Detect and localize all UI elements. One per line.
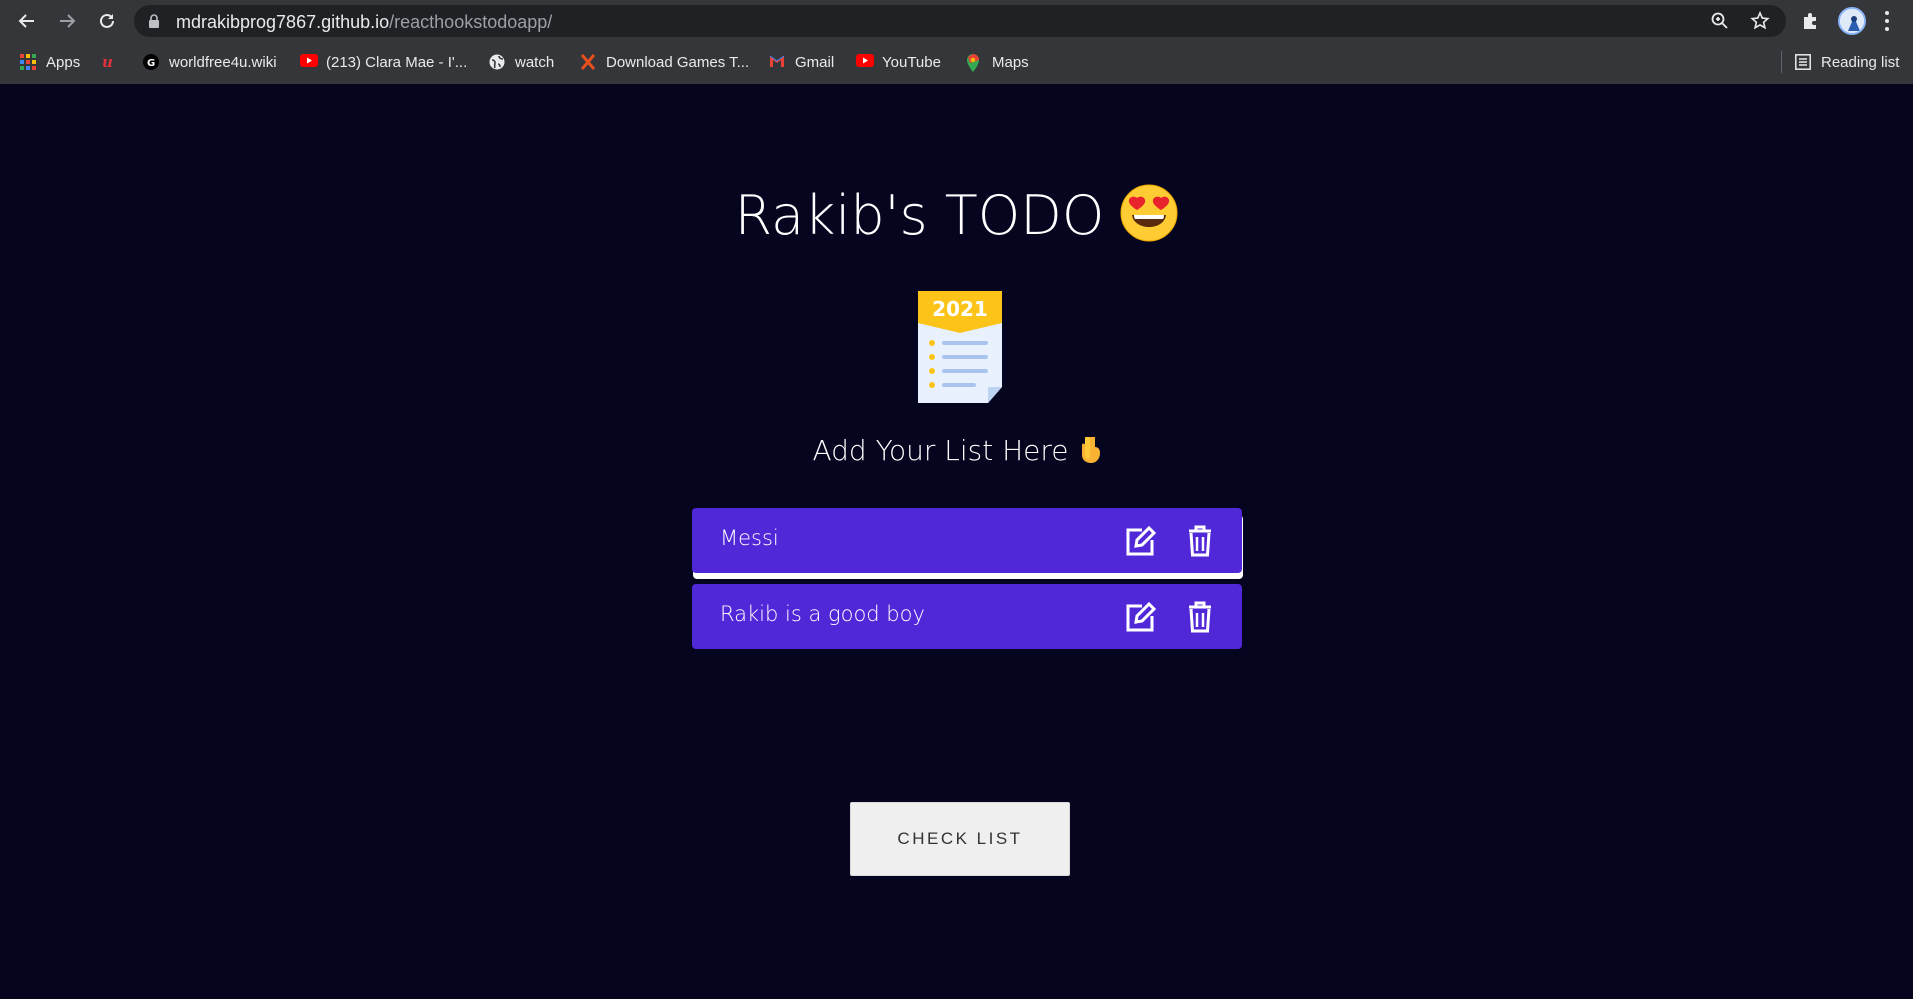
address-bar[interactable]: mdrakibprog7867.github.io/reacthookstodo… (134, 5, 1786, 37)
bookmark-apps[interactable]: Apps (20, 50, 80, 74)
reading-list-button[interactable]: Reading list (1795, 50, 1899, 74)
forward-button[interactable] (54, 8, 80, 34)
arrow-right-icon (60, 14, 76, 28)
profile-avatar[interactable] (1838, 7, 1866, 35)
url-text: mdrakibprog7867.github.io/reacthookstodo… (176, 12, 552, 33)
arrow-left-icon (18, 14, 34, 28)
bookmark-label: Maps (992, 53, 1029, 71)
reload-button[interactable] (94, 8, 120, 34)
bookmark-youtube[interactable]: YouTube (856, 50, 941, 74)
x-logo-icon (580, 54, 596, 70)
todo-item-text: Rakib is a good boy (720, 602, 925, 626)
extensions-puzzle-icon[interactable] (1800, 10, 1822, 32)
bookmarks-separator (1781, 51, 1782, 73)
bookmark-u[interactable]: u (102, 50, 128, 74)
title-text: Rakib's TODO (734, 184, 1105, 247)
toolbar: mdrakibprog7867.github.io/reacthookstodo… (0, 0, 1913, 42)
bookmark-label: Download Games T... (606, 53, 750, 71)
menu-kebab-icon[interactable] (1884, 9, 1890, 33)
globe-icon (489, 54, 505, 70)
zoom-icon[interactable] (1710, 11, 1730, 31)
edit-icon[interactable] (1124, 602, 1156, 632)
todo-item-text: Messi (720, 526, 779, 550)
svg-text:G: G (147, 58, 155, 69)
lock-icon (149, 14, 159, 28)
bookmark-maps[interactable]: Maps (966, 50, 1029, 74)
reading-list-icon (1795, 54, 1811, 70)
reading-list-label: Reading list (1821, 53, 1900, 71)
trash-icon[interactable] (1187, 525, 1213, 557)
note-year: 2021 (932, 297, 988, 321)
bookmark-download-games[interactable]: Download Games T... (580, 50, 749, 74)
youtube-icon (856, 54, 874, 70)
apps-grid-icon (20, 54, 36, 70)
bookmarks-bar: Apps u G worldfree4u.wiki (213) Clara Ma… (0, 46, 1913, 78)
todo-app-page: Rakib's TODO 2021 Add Your List Here Add… (0, 84, 1913, 999)
g-circle-icon: G (143, 54, 159, 70)
subtitle-text: Add Your List Here (812, 434, 1069, 467)
bookmark-label: Gmail (795, 53, 835, 71)
check-list-button[interactable]: CHECK LIST (850, 802, 1070, 876)
bookmark-label: watch (515, 53, 555, 71)
bookmark-label: Apps (46, 53, 81, 71)
notepad-2021-icon: 2021 (918, 291, 1002, 403)
bookmark-worldfree4u[interactable]: G worldfree4u.wiki (143, 50, 277, 74)
todo-item: Rakib is a good boy (692, 584, 1242, 649)
u-logo-icon: u (102, 53, 118, 71)
avatar-icon (1840, 9, 1864, 33)
bookmark-gmail[interactable]: Gmail (769, 50, 834, 74)
trash-icon[interactable] (1187, 601, 1213, 633)
gmail-icon (769, 54, 785, 70)
edit-icon[interactable] (1124, 526, 1156, 556)
star-icon[interactable] (1750, 11, 1770, 31)
back-button[interactable] (14, 8, 40, 34)
bookmark-label: YouTube (882, 53, 941, 71)
todo-item: Messi (692, 508, 1242, 573)
bookmark-watch[interactable]: watch (489, 50, 554, 74)
bookmark-label: (213) Clara Mae - I'... (326, 53, 468, 71)
maps-pin-icon (966, 54, 982, 72)
reload-icon (100, 13, 114, 28)
svg-text:u: u (102, 54, 113, 70)
browser-chrome: mdrakibprog7867.github.io/reacthookstodo… (0, 0, 1913, 84)
pointing-down-hand-icon (1079, 435, 1101, 465)
youtube-icon (300, 54, 318, 70)
heart-eyes-emoji-icon (1120, 184, 1178, 242)
bookmark-clara-mae[interactable]: (213) Clara Mae - I'... (300, 50, 467, 74)
url-path: /reacthookstodoapp/ (389, 12, 553, 32)
page-title: Rakib's TODO (0, 184, 1913, 248)
bookmark-label: worldfree4u.wiki (169, 53, 277, 71)
url-host: mdrakibprog7867.github.io (176, 12, 390, 32)
subtitle: Add Your List Here (0, 434, 1913, 467)
